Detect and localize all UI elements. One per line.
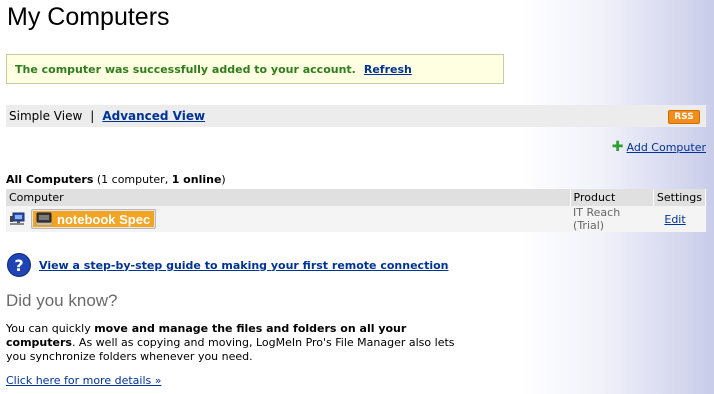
dyk-text-part2: . As well as copying and moving, LogMeIn… bbox=[6, 336, 455, 363]
add-computer-link[interactable]: Add Computer bbox=[627, 141, 706, 154]
laptop-icon bbox=[34, 212, 54, 226]
add-computer-action[interactable]: ✚ Add Computer bbox=[611, 139, 706, 155]
did-you-know-text: You can quickly move and manage the file… bbox=[6, 322, 456, 364]
guide-row: ? View a step-by-step guide to making yo… bbox=[7, 253, 449, 277]
view-separator: | bbox=[90, 109, 95, 123]
refresh-link[interactable]: Refresh bbox=[364, 63, 412, 76]
all-computers-heading: All Computers (1 computer, 1 online) bbox=[6, 173, 226, 186]
more-details-link[interactable]: Click here for more details » bbox=[6, 374, 161, 387]
settings-cell: Edit bbox=[653, 206, 706, 232]
computer-name-badge[interactable]: notebook Spec bbox=[31, 209, 157, 229]
success-message: The computer was successfully added to y… bbox=[15, 62, 356, 76]
product-cell: IT Reach (Trial) bbox=[570, 206, 654, 232]
rss-button[interactable]: RSS bbox=[668, 110, 700, 124]
all-computers-title: All Computers bbox=[6, 173, 94, 186]
column-header-settings: Settings bbox=[653, 189, 707, 206]
view-bar: Simple View | Advanced View RSS bbox=[6, 105, 706, 127]
dyk-text-part1: You can quickly bbox=[6, 322, 95, 335]
table-row: notebook Spec IT Reach (Trial) Edit bbox=[6, 206, 706, 232]
edit-link[interactable]: Edit bbox=[664, 213, 685, 226]
computer-cell: notebook Spec bbox=[6, 206, 571, 232]
guide-link[interactable]: View a step-by-step guide to making your… bbox=[39, 259, 449, 272]
success-message-box: The computer was successfully added to y… bbox=[6, 54, 504, 84]
column-header-computer: Computer bbox=[6, 189, 571, 206]
advanced-view-link[interactable]: Advanced View bbox=[102, 109, 205, 123]
monitor-icon bbox=[10, 212, 25, 225]
computer-count: (1 computer, bbox=[93, 173, 172, 186]
online-count: 1 online bbox=[171, 173, 222, 186]
computer-name: notebook Spec bbox=[57, 211, 151, 227]
column-header-product: Product bbox=[570, 189, 654, 206]
computers-table: Computer Product Settings notebook Spec … bbox=[6, 189, 707, 232]
simple-view-label: Simple View bbox=[9, 109, 83, 123]
plus-icon: ✚ bbox=[611, 139, 624, 155]
help-question-icon: ? bbox=[7, 253, 31, 277]
count-close: ) bbox=[221, 173, 226, 186]
page-title: My Computers bbox=[7, 3, 170, 31]
did-you-know-title: Did you know? bbox=[6, 291, 118, 310]
